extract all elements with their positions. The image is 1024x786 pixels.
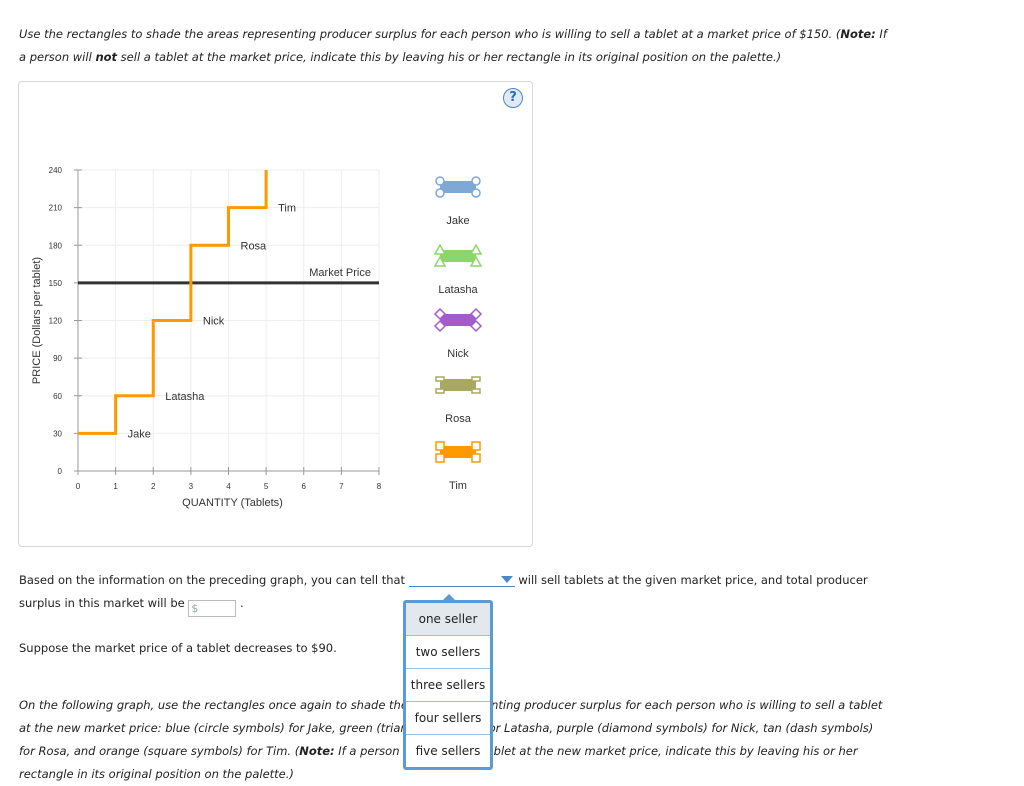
y-tick-label: 180: [49, 241, 63, 250]
x-tick-label: 3: [189, 482, 194, 491]
circle-icon: [471, 188, 481, 198]
rectangle: [440, 181, 476, 193]
supply-chart: 0 1 2 3 4 5 6 7 8 0 30 60 90 120 150 180 210 240 QUANTITY …: [31, 166, 483, 509]
supply-step-label: Tim: [278, 203, 296, 215]
circle-icon: [435, 176, 445, 186]
y-tick-label: 30: [53, 429, 62, 438]
y-tick-label: 240: [49, 166, 63, 175]
market-price-label: Market Price: [309, 267, 371, 279]
supply-step-label: Jake: [128, 428, 151, 440]
dropdown-option[interactable]: three sellers: [406, 668, 490, 701]
square-icon: [471, 453, 481, 463]
x-tick-label: 0: [76, 482, 81, 491]
square-icon: [435, 453, 445, 463]
x-tick-label: 7: [339, 482, 344, 491]
x-axis-label: QUANTITY (Tablets): [182, 497, 283, 509]
square-icon: [435, 441, 445, 451]
x-tick-label: 1: [113, 482, 118, 491]
y-tick-label: 120: [49, 317, 63, 326]
y-tick-label: 150: [49, 279, 63, 288]
y-axis-label: PRICE (Dollars per tablet): [31, 257, 43, 384]
palette-label: Rosa: [445, 413, 472, 425]
sellers-dropdown-menu: one seller two sellers three sellers fou…: [403, 594, 493, 770]
supply-step-label: Latasha: [165, 391, 205, 403]
sellers-dropdown[interactable]: [408, 572, 515, 587]
supply-step-label: Nick: [203, 316, 225, 328]
palette-label: Latasha: [438, 284, 478, 296]
y-tick-label: 0: [58, 467, 63, 476]
palette-label: Nick: [447, 348, 469, 360]
circle-icon: [435, 188, 445, 198]
palette-label: Jake: [446, 215, 469, 227]
square-icon: [471, 441, 481, 451]
supply-step-label: Rosa: [241, 240, 268, 252]
rectangle: [440, 379, 476, 391]
dash-icon: [435, 376, 445, 382]
rectangle: [440, 314, 476, 326]
palette-rect-tim[interactable]: [435, 441, 481, 463]
rectangle: [440, 446, 476, 458]
dropdown-option[interactable]: one seller: [406, 603, 490, 635]
palette-rect-latasha[interactable]: [433, 243, 483, 267]
x-tick-label: 4: [226, 482, 231, 491]
x-tick-label: 8: [377, 482, 382, 491]
dash-icon: [471, 376, 481, 382]
triangle-icon: [433, 243, 447, 255]
x-tick-label: 5: [264, 482, 269, 491]
x-tick-label: 2: [151, 482, 156, 491]
y-tick-label: 60: [53, 392, 62, 401]
palette-rect-jake[interactable]: [435, 176, 481, 198]
dropdown-option[interactable]: five sellers: [406, 734, 490, 767]
dash-icon: [471, 388, 481, 394]
triangle-icon: [469, 243, 483, 255]
dash-icon: [435, 388, 445, 394]
x-tick-label: 6: [302, 482, 307, 491]
y-tick-label: 210: [49, 204, 63, 213]
dropdown-option[interactable]: four sellers: [406, 701, 490, 734]
rectangle: [440, 250, 476, 262]
circle-icon: [471, 176, 481, 186]
question-2: Suppose the market price of a tablet dec…: [19, 641, 337, 655]
palette-label: Tim: [449, 480, 467, 492]
palette-rect-nick[interactable]: [433, 307, 483, 333]
palette-rect-rosa[interactable]: [435, 376, 481, 394]
chevron-down-icon: [500, 576, 513, 583]
y-tick-label: 90: [53, 354, 62, 363]
producer-surplus-input[interactable]: $: [188, 600, 237, 617]
dropdown-option[interactable]: two sellers: [406, 635, 490, 668]
